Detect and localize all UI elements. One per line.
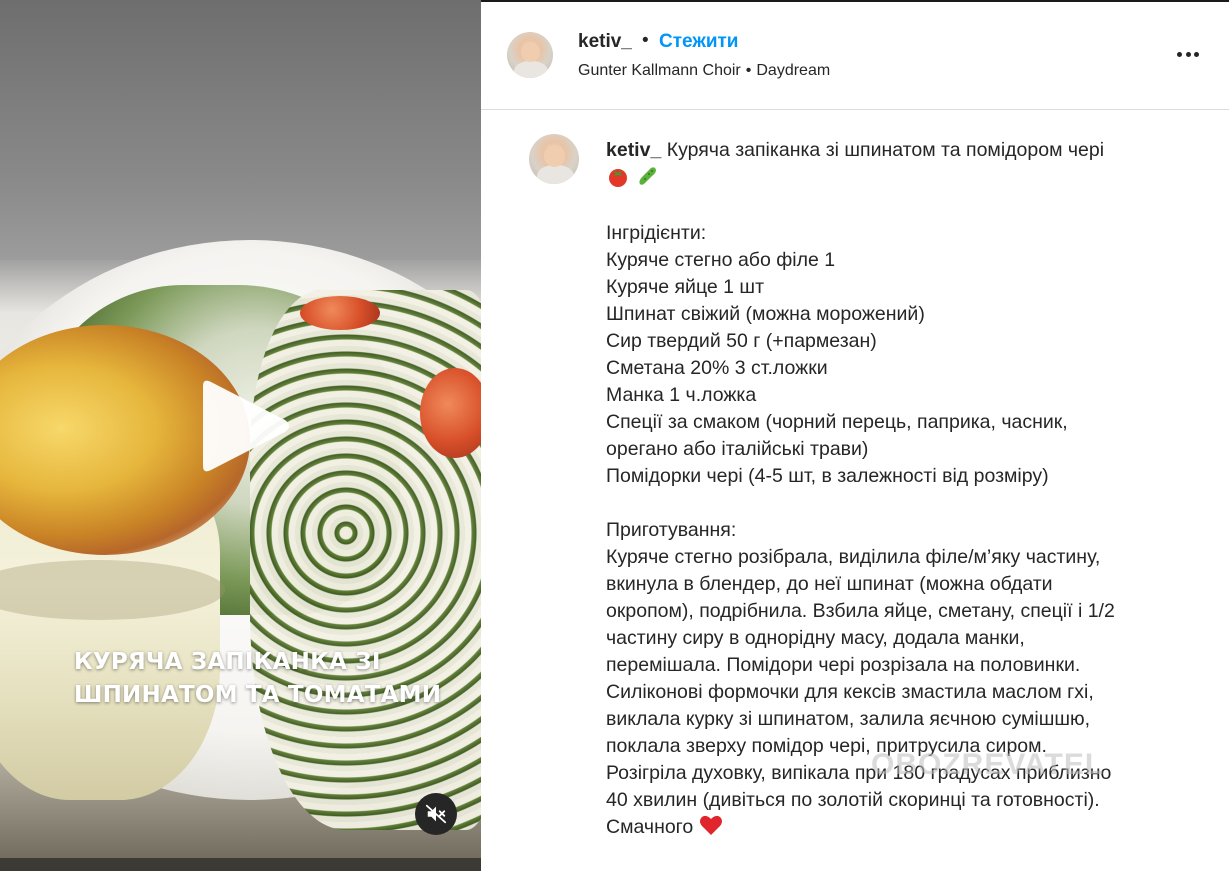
play-icon[interactable] bbox=[195, 376, 295, 476]
method-line: частину сиру в однорідну масу, додала ма… bbox=[606, 627, 1025, 649]
video-bottom-edge bbox=[0, 858, 481, 871]
method-line: Розігріла духовку, випікала при 180 град… bbox=[606, 762, 1112, 784]
caption-title-line: ketiv_ Куряча запіканка зі шпинатом та п… bbox=[606, 137, 1186, 164]
ingredient-line: Шпинат свіжий (можна морожений) bbox=[606, 303, 925, 325]
ingredient-line: орегано або італійські трави) bbox=[606, 438, 869, 460]
more-horizontal-icon[interactable] bbox=[1173, 40, 1203, 68]
method-line: перемішала. Помідори чері розрізала на п… bbox=[606, 654, 1081, 676]
video-player[interactable]: КУРЯЧА ЗАПІКАНКА ЗІ ШПИНАТОМ ТА ТОМАТАМИ bbox=[0, 0, 481, 871]
header-divider bbox=[481, 109, 1229, 110]
caption: ketiv_ Куряча запіканка зі шпинатом та п… bbox=[606, 137, 1186, 841]
ingredient-line: Спеції за смаком (чорний перець, паприка… bbox=[606, 411, 1068, 433]
top-border bbox=[481, 0, 1229, 2]
ingredients-heading: Інгрідієнти: bbox=[606, 222, 707, 244]
avatar[interactable] bbox=[507, 32, 553, 78]
post-panel: ketiv_ • Стежити Gunter Kallmann Choir • D… bbox=[481, 0, 1229, 871]
closing-text: Смачного bbox=[606, 816, 694, 838]
header-username[interactable]: ketiv_ bbox=[578, 31, 632, 53]
audio-separator: • bbox=[745, 62, 752, 79]
method-line: вкинула в блендер, до неї шпинат (можна … bbox=[606, 573, 1053, 595]
caption-title-emojis bbox=[606, 164, 1186, 193]
ingredient-line: Манка 1 ч.ложка bbox=[606, 384, 757, 406]
speaker-muted-icon[interactable] bbox=[415, 793, 457, 835]
method-line: виклала курку зі шпинатом, залила яєчною… bbox=[606, 708, 1091, 730]
tomato-emoji bbox=[609, 169, 627, 187]
cucumber-emoji bbox=[639, 167, 657, 185]
method-line: Куряче стегно розібрала, виділила філе/м… bbox=[606, 546, 1101, 568]
caption-avatar[interactable] bbox=[529, 134, 579, 184]
header-dot-separator: • bbox=[642, 30, 649, 51]
caption-username[interactable]: ketiv_ bbox=[606, 139, 661, 161]
video-overlay-title: КУРЯЧА ЗАПІКАНКА ЗІ ШПИНАТОМ ТА ТОМАТАМИ bbox=[74, 649, 442, 708]
ingredient-line: Сир твердий 50 г (+пармезан) bbox=[606, 330, 877, 352]
red-heart-emoji bbox=[699, 815, 722, 835]
video-background bbox=[0, 0, 481, 260]
ingredient-line: Куряче стегно або філе 1 bbox=[606, 249, 836, 271]
ingredient-line: Куряче яйце 1 шт bbox=[606, 276, 764, 298]
audio-link[interactable]: Gunter Kallmann Choir • Daydream bbox=[578, 62, 830, 80]
caption-title: Куряча запіканка зі шпинатом та помідоро… bbox=[666, 139, 1105, 161]
closing-line: Смачного bbox=[606, 814, 1186, 841]
method-line: 40 хвилин (дивіться по золотій скоринці … bbox=[606, 789, 1100, 811]
ingredient-line: Сметана 20% 3 ст.ложки bbox=[606, 357, 828, 379]
video-tomato bbox=[420, 368, 481, 458]
method-line: Силіконові формочки для кексів змастила … bbox=[606, 681, 1094, 703]
audio-artist: Gunter Kallmann Choir bbox=[578, 62, 741, 79]
ingredient-line: Помідорки чері (4-5 шт, в залежності від… bbox=[606, 465, 1049, 487]
method-heading: Приготування: bbox=[606, 519, 737, 541]
audio-track: Daydream bbox=[756, 62, 831, 79]
method-line: окропом), подрібнила. Взбила яйце, смета… bbox=[606, 600, 1115, 622]
method-line: поклала зверху помідор чері, притрусила … bbox=[606, 735, 1047, 757]
video-tomato bbox=[300, 296, 380, 330]
follow-button[interactable]: Стежити bbox=[659, 31, 738, 53]
